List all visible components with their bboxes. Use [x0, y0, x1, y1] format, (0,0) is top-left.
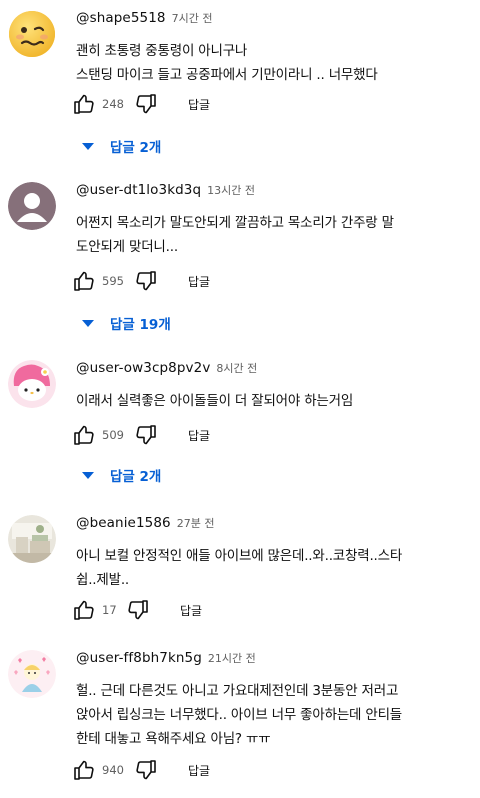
comment-text: 어쩐지 목소리가 말도안되게 깔끔하고 목소리가 간주랑 말 도안되게 맞더니.… — [76, 211, 472, 259]
thumbs-up-icon — [74, 600, 94, 620]
comment-meta: @user-ow3cp8pv2v 8시간 전 — [76, 360, 472, 380]
comment-text-line: 괜히 초통령 중통령이 아니구나 — [76, 43, 248, 59]
comment-text-line: 아니 보컬 안정적인 애들 아이브에 많은데..와..코창력..스타 — [76, 548, 403, 564]
dislike-button[interactable] — [134, 92, 158, 116]
reply-button[interactable]: 답글 — [180, 602, 202, 619]
thumbs-up-icon — [74, 425, 94, 445]
reply-button[interactable]: 답글 — [188, 96, 210, 113]
comment-actions: 17 답글 — [72, 598, 202, 622]
woozy-face-emoji-icon — [9, 11, 55, 57]
dislike-button[interactable] — [126, 598, 150, 622]
like-button[interactable]: 509 — [72, 423, 132, 447]
comment-text-line: 어쩐지 목소리가 말도안되게 깔끔하고 목소리가 간주랑 말 — [76, 215, 394, 231]
avatar[interactable] — [8, 182, 56, 230]
comment-actions: 248 답글 — [72, 92, 210, 116]
thumbs-down-icon — [128, 600, 148, 620]
view-replies-button[interactable]: 답글 2개 — [82, 465, 161, 485]
like-count: 595 — [102, 274, 124, 288]
like-button[interactable]: 248 — [72, 92, 132, 116]
my-melody-character-icon — [8, 360, 56, 408]
comment-body: @user-ff8bh7kn5g 21시간 전 헐.. 근데 다른것도 아니고 … — [76, 650, 472, 751]
avatar[interactable] — [8, 650, 56, 698]
comment-meta: @shape5518 7시간 전 — [76, 10, 472, 30]
like-count: 248 — [102, 97, 124, 111]
comment-time[interactable]: 7시간 전 — [172, 10, 213, 26]
author-handle[interactable]: @user-ff8bh7kn5g — [76, 650, 202, 666]
comment-meta: @user-dt1lo3kd3q 13시간 전 — [76, 182, 472, 202]
like-count: 509 — [102, 428, 124, 442]
default-person-icon — [8, 182, 56, 230]
comment-time[interactable]: 8시간 전 — [216, 360, 257, 376]
comment-meta: @user-ff8bh7kn5g 21시간 전 — [76, 650, 472, 670]
avatar[interactable] — [8, 10, 56, 58]
avatar[interactable] — [8, 515, 56, 563]
thumbs-down-icon — [136, 760, 156, 780]
comment-text: 괜히 초통령 중통령이 아니구나 스탠딩 마이크 들고 공중파에서 기만이라니 … — [76, 39, 472, 87]
reply-button[interactable]: 답글 — [188, 273, 210, 290]
replies-count-label: 답글 2개 — [110, 140, 162, 156]
thumbs-up-icon — [74, 760, 94, 780]
comment-text-line: 앉아서 립싱크는 너무했다.. 아이브 너무 좋아하는데 안티들 — [76, 707, 403, 723]
reply-button[interactable]: 답글 — [188, 427, 210, 444]
dislike-button[interactable] — [134, 423, 158, 447]
caret-down-icon — [82, 142, 94, 150]
like-button[interactable]: 595 — [72, 269, 132, 293]
comment-text-line: 한테 대놓고 욕해주세요 아님? ㅠㅠ — [76, 731, 271, 747]
comment-time[interactable]: 13시간 전 — [207, 182, 255, 198]
dislike-button[interactable] — [134, 269, 158, 293]
thumbs-up-icon — [74, 94, 94, 114]
thumbs-down-icon — [136, 425, 156, 445]
comment-time[interactable]: 27분 전 — [177, 515, 215, 531]
comment-time[interactable]: 21시간 전 — [208, 650, 256, 666]
author-handle[interactable]: @user-dt1lo3kd3q — [76, 182, 201, 198]
comment-text-line: 스탠딩 마이크 들고 공중파에서 기만이라니 .. 너무했다 — [76, 67, 378, 83]
pastel-hearts-character-icon — [8, 650, 56, 698]
author-handle[interactable]: @user-ow3cp8pv2v — [76, 360, 210, 376]
comment-text-line: 이래서 실력좋은 아이돌들이 더 잘되어야 하는거임 — [76, 393, 354, 409]
comment-meta: @beanie1586 27분 전 — [76, 515, 472, 535]
author-handle[interactable]: @shape5518 — [76, 10, 166, 26]
thumbs-down-icon — [136, 94, 156, 114]
like-button[interactable]: 940 — [72, 758, 132, 782]
caret-down-icon — [82, 319, 94, 327]
comment-text: 아니 보컬 안정적인 애들 아이브에 많은데..와..코창력..스타 쉽..제발… — [76, 544, 472, 592]
comment-body: @beanie1586 27분 전 아니 보컬 안정적인 애들 아이브에 많은데… — [76, 515, 472, 592]
like-count: 940 — [102, 763, 124, 777]
comment-actions: 595 답글 — [72, 269, 210, 293]
view-replies-button[interactable]: 답글 19개 — [82, 313, 171, 333]
caret-down-icon — [82, 471, 94, 479]
comment-actions: 509 답글 — [72, 423, 210, 447]
comment-text-line: 도안되게 맞더니... — [76, 239, 178, 255]
comment-body: @user-dt1lo3kd3q 13시간 전 어쩐지 목소리가 말도안되게 깔… — [76, 182, 472, 259]
dislike-button[interactable] — [134, 758, 158, 782]
comment-text: 이래서 실력좋은 아이돌들이 더 잘되어야 하는거임 — [76, 389, 472, 413]
comment-text-line: 쉽..제발.. — [76, 572, 130, 588]
room-photo-icon — [8, 515, 56, 563]
view-replies-button[interactable]: 답글 2개 — [82, 136, 161, 156]
author-handle[interactable]: @beanie1586 — [76, 515, 171, 531]
thumbs-up-icon — [74, 271, 94, 291]
comment-actions: 940 답글 — [72, 758, 210, 782]
replies-count-label: 답글 2개 — [110, 469, 162, 485]
comment-text-line: 헐.. 근데 다른것도 아니고 가요대제전인데 3분동안 저러고 — [76, 683, 399, 699]
like-count: 17 — [102, 603, 117, 617]
comment-body: @user-ow3cp8pv2v 8시간 전 이래서 실력좋은 아이돌들이 더 … — [76, 360, 472, 413]
thumbs-down-icon — [136, 271, 156, 291]
replies-count-label: 답글 19개 — [110, 317, 171, 333]
comment-text: 헐.. 근데 다른것도 아니고 가요대제전인데 3분동안 저러고 앉아서 립싱크… — [76, 679, 472, 751]
like-button[interactable]: 17 — [72, 598, 124, 622]
comment-body: @shape5518 7시간 전 괜히 초통령 중통령이 아니구나 스탠딩 마이… — [76, 10, 472, 87]
reply-button[interactable]: 답글 — [188, 762, 210, 779]
avatar[interactable] — [8, 360, 56, 408]
